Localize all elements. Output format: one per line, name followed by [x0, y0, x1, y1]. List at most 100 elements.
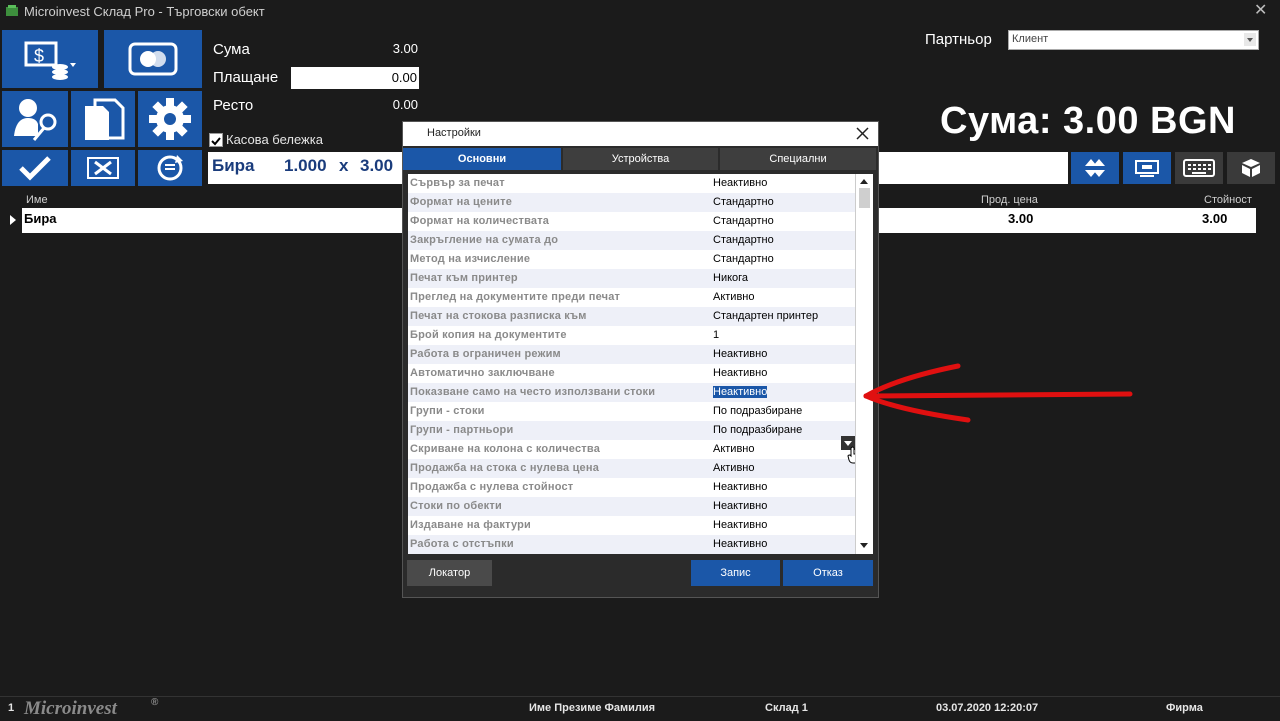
setting-value[interactable]: Стандартно: [713, 234, 774, 246]
settings-list: Сървър за печат Неактивно Формат на цените…: [408, 174, 855, 554]
setting-key: Формат на количествата: [410, 215, 550, 227]
setting-key: Брой копия на документите: [410, 329, 567, 341]
setting-value[interactable]: Стандартно: [713, 215, 774, 227]
setting-row[interactable]: Преглед на документите преди печат Активн…: [408, 288, 855, 307]
setting-value[interactable]: По подразбиране: [713, 405, 802, 417]
setting-row[interactable]: Метод на изчисление Стандартно: [408, 250, 855, 269]
setting-row[interactable]: Формат на цените Стандартно: [408, 193, 855, 212]
product-button[interactable]: [1227, 152, 1275, 184]
setting-row[interactable]: Автоматично заключване Неактивно: [408, 364, 855, 383]
cash-coins-icon: $: [24, 41, 76, 80]
setting-row[interactable]: Печат на стокова разписка към Стандартен …: [408, 307, 855, 326]
settings-tile[interactable]: [138, 91, 202, 147]
chevron-down-icon[interactable]: [1244, 33, 1256, 46]
item-times: x: [339, 156, 349, 175]
tab-special[interactable]: Специални: [720, 148, 876, 170]
setting-value[interactable]: По подразбиране: [713, 424, 802, 436]
setting-value[interactable]: Стандартно: [713, 196, 774, 208]
setting-row[interactable]: Скриване на колона с количества Активно: [408, 440, 855, 459]
setting-row[interactable]: Брой копия на документите 1: [408, 326, 855, 345]
setting-key: Работа в ограничен режим: [410, 348, 561, 360]
dialog-title: Настройки: [427, 127, 481, 139]
checkmark-icon: [19, 156, 51, 181]
cancel-tile[interactable]: [71, 150, 135, 186]
scroll-thumb[interactable]: [859, 188, 870, 208]
setting-row[interactable]: Сървър за печат Неактивно: [408, 174, 855, 193]
setting-key: Групи - партньори: [410, 424, 514, 436]
setting-value[interactable]: Активно: [713, 462, 755, 474]
cash-payment-tile[interactable]: $: [2, 30, 98, 88]
partner-label: Партньор: [925, 31, 992, 48]
svg-text:$: $: [34, 46, 44, 66]
setting-value[interactable]: Активно: [713, 443, 755, 455]
setting-row[interactable]: Формат на количествата Стандартно: [408, 212, 855, 231]
setting-value[interactable]: Неактивно: [713, 386, 768, 398]
sum-value: 3.00: [392, 41, 418, 56]
user-key-tile[interactable]: [2, 91, 68, 147]
setting-value[interactable]: Стандартен принтер: [713, 310, 818, 322]
setting-value[interactable]: Неактивно: [713, 348, 767, 360]
setting-value[interactable]: Неактивно: [713, 177, 767, 189]
setting-key: Сървър за печат: [410, 177, 505, 189]
setting-key: Издаване на фактури: [410, 519, 532, 531]
setting-row[interactable]: Работа с отстъпки Неактивно: [408, 535, 855, 554]
setting-value[interactable]: Никога: [713, 272, 748, 284]
item-line-input[interactable]: [876, 152, 1068, 184]
setting-row[interactable]: Работа в ограничен режим Неактивно: [408, 345, 855, 364]
setting-value[interactable]: Неактивно: [713, 519, 767, 531]
setting-value[interactable]: Активно: [713, 291, 755, 303]
save-button[interactable]: Запис: [691, 560, 780, 586]
setting-row[interactable]: Печат към принтер Никога: [408, 269, 855, 288]
setting-row[interactable]: Групи - стоки По подразбиране: [408, 402, 855, 421]
setting-key: Продажба с нулева стойност: [410, 481, 574, 493]
row-pointer-icon: [10, 215, 16, 225]
setting-value[interactable]: Неактивно: [713, 367, 767, 379]
refresh-tile[interactable]: [138, 150, 202, 186]
setting-key: Формат на цените: [410, 196, 513, 208]
status-datetime: 03.07.2020 12:20:07: [936, 702, 1039, 714]
tab-devices[interactable]: Устройства: [563, 148, 718, 170]
setting-row[interactable]: Групи - партньори По подразбиране: [408, 421, 855, 440]
setting-row[interactable]: Стоки по обекти Неактивно: [408, 497, 855, 516]
setting-value[interactable]: Стандартно: [713, 253, 774, 265]
card-payment-tile[interactable]: [104, 30, 202, 88]
setting-value[interactable]: Неактивно: [713, 481, 767, 493]
documents-tile[interactable]: [71, 91, 135, 147]
setting-row[interactable]: Продажба на стока с нулева цена Активно: [408, 459, 855, 478]
logo-trademark: ®: [151, 697, 159, 708]
setting-row[interactable]: Показване само на често използвани стоки…: [408, 383, 855, 402]
window-title: Microinvest Склад Pro - Търговски обект: [24, 4, 265, 19]
setting-key: Групи - стоки: [410, 405, 485, 417]
receipt-checkbox[interactable]: [209, 133, 223, 147]
setting-value[interactable]: Неактивно: [713, 538, 767, 550]
close-icon[interactable]: ✕: [1254, 0, 1267, 20]
setting-row[interactable]: Закръгление на сумата до Стандартно: [408, 231, 855, 250]
delete-x-icon: [87, 157, 119, 179]
setting-value[interactable]: 1: [713, 329, 719, 341]
confirm-tile[interactable]: [2, 150, 68, 186]
locator-button[interactable]: Локатор: [407, 560, 492, 586]
item-qty: 1.000: [284, 156, 327, 175]
change-label: Ресто: [213, 97, 254, 114]
scroll-up-icon[interactable]: [859, 177, 869, 185]
payment-input[interactable]: 0.00: [291, 67, 419, 89]
card-icon: [128, 42, 178, 76]
tab-basic[interactable]: Основни: [403, 148, 561, 170]
expand-rows-button[interactable]: [1071, 152, 1119, 184]
setting-key: Печат на стокова разписка към: [410, 310, 587, 322]
setting-row[interactable]: Издаване на фактури Неактивно: [408, 516, 855, 535]
col-header-sale-price[interactable]: Прод. цена: [981, 194, 1038, 206]
setting-key: Показване само на често използвани стоки: [410, 386, 656, 398]
screen-button[interactable]: [1123, 152, 1171, 184]
cancel-button[interactable]: Отказ: [783, 560, 873, 586]
col-header-name[interactable]: Име: [26, 194, 48, 206]
keyboard-button[interactable]: [1175, 152, 1223, 184]
scroll-down-icon[interactable]: [859, 542, 869, 550]
setting-row[interactable]: Продажба с нулева стойност Неактивно: [408, 478, 855, 497]
partner-select[interactable]: Клиент: [1008, 30, 1259, 50]
status-company: Фирма: [1166, 702, 1203, 714]
receipt-label: Касова бележка: [226, 132, 323, 147]
col-header-value[interactable]: Стойност: [1204, 194, 1252, 206]
dialog-close-icon[interactable]: [856, 127, 869, 140]
setting-value[interactable]: Неактивно: [713, 500, 767, 512]
